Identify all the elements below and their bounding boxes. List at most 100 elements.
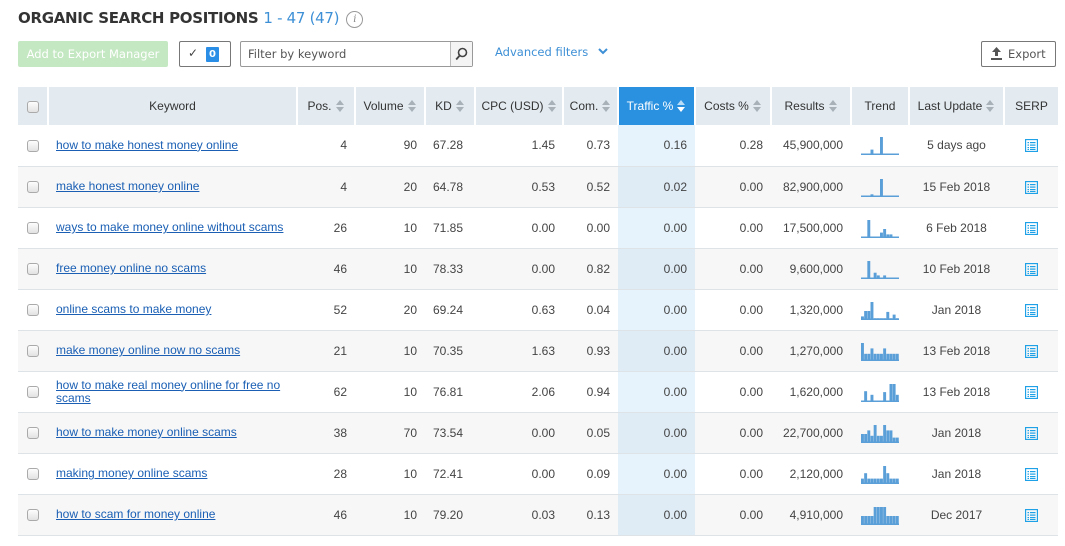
row-checkbox[interactable]: [27, 345, 39, 358]
trend-bar: [870, 193, 874, 197]
col-com[interactable]: Com.: [563, 87, 619, 125]
export-button[interactable]: Export: [981, 41, 1056, 67]
keyword-link[interactable]: how to scam for money online: [56, 507, 215, 521]
row-checkbox[interactable]: [27, 304, 39, 317]
sort-icon[interactable]: [602, 99, 611, 113]
sort-icon[interactable]: [677, 99, 686, 113]
col-pos[interactable]: Pos.: [297, 87, 356, 125]
row-checkbox[interactable]: [27, 181, 39, 194]
col-cpc[interactable]: CPC (USD): [475, 87, 564, 125]
row-checkbox[interactable]: [27, 509, 39, 522]
serp-list-icon[interactable]: [1024, 139, 1038, 153]
keyword-link[interactable]: making money online scams: [56, 466, 207, 480]
col-costs[interactable]: Costs %: [695, 87, 772, 125]
col-kd[interactable]: KD: [425, 87, 476, 125]
serp-cell: [1004, 330, 1058, 371]
trend-cell: [851, 412, 909, 453]
trend-bar: [889, 233, 893, 238]
keyword-link[interactable]: how to make honest money online: [56, 138, 238, 152]
advanced-filters-toggle[interactable]: Advanced filters: [495, 45, 608, 59]
col-cpc-label: CPC (USD): [481, 98, 544, 113]
row-checkbox[interactable]: [27, 427, 39, 440]
col-com-label: Com.: [569, 98, 599, 113]
col-results[interactable]: Results: [771, 87, 852, 125]
sort-icon[interactable]: [828, 99, 838, 113]
volume-cell: 10: [403, 220, 417, 235]
serp-list-icon[interactable]: [1024, 385, 1038, 399]
serp-list-icon[interactable]: [1024, 426, 1038, 440]
row-checkbox[interactable]: [27, 468, 39, 481]
info-icon[interactable]: i: [346, 11, 364, 28]
row-checkbox[interactable]: [27, 222, 39, 235]
trend-bar: [880, 435, 883, 443]
keyword-link[interactable]: how to make money online scams: [56, 425, 237, 439]
trend-bar: [892, 314, 896, 320]
kd-cell: 78.33: [433, 261, 464, 276]
keyword-link[interactable]: make honest money online: [56, 179, 199, 193]
sort-icon[interactable]: [407, 99, 417, 113]
trend-bar: [867, 310, 871, 320]
keyword-cell: make money online now no scams: [48, 330, 297, 371]
serp-list-icon[interactable]: [1024, 467, 1038, 481]
row-checkbox[interactable]: [27, 386, 39, 399]
volume-cell: 70: [403, 425, 417, 440]
traffic-cell: 0.00: [618, 494, 695, 535]
competition-cell: 0.00: [586, 220, 610, 235]
serp-list-icon[interactable]: [1024, 180, 1038, 194]
serp-list-icon[interactable]: [1024, 303, 1038, 317]
trend-bar: [864, 353, 868, 361]
trend-sparkline: [861, 137, 899, 156]
trend-bar: [883, 274, 887, 279]
trend-sparkline: [861, 383, 899, 402]
keyword-link[interactable]: ways to make money online without scams: [56, 220, 283, 234]
sort-icon[interactable]: [547, 99, 557, 113]
select-all-checkbox[interactable]: [26, 100, 39, 113]
table-row: online scams to make money 52 20 69.24 0…: [18, 289, 1058, 330]
serp-list-icon[interactable]: [1024, 344, 1038, 358]
keyword-link[interactable]: free money online no scams: [56, 261, 206, 275]
keyword-filter: [240, 41, 473, 67]
export-label: Export: [1008, 47, 1046, 61]
col-kd-label: KD: [435, 98, 452, 113]
col-volume[interactable]: Volume: [355, 87, 426, 125]
costs-cell: 0.28: [739, 138, 763, 153]
keyword-cell: making money online scams: [48, 453, 297, 494]
row-checkbox[interactable]: [27, 140, 39, 153]
volume-cell: 10: [403, 466, 417, 481]
row-checkbox[interactable]: [27, 263, 39, 276]
table-header-row: Keyword Pos. Volume KD CPC (USD) Com. Tr…: [18, 87, 1058, 125]
sort-icon[interactable]: [335, 99, 345, 113]
trend-cell: [851, 371, 909, 412]
sort-icon[interactable]: [455, 99, 465, 113]
selected-rows-button[interactable]: ✓ 0: [179, 41, 231, 67]
sort-icon[interactable]: [986, 99, 995, 113]
col-trend-label: Trend: [864, 99, 896, 113]
table-row: make money online now no scams 21 10 70.…: [18, 330, 1058, 371]
trend-bar: [883, 391, 887, 402]
trend-bar: [870, 347, 874, 361]
volume-cell: 10: [403, 507, 417, 522]
trend-bar: [892, 437, 896, 443]
keyword-link[interactable]: online scams to make money: [56, 302, 211, 316]
search-button[interactable]: [450, 42, 472, 66]
last-update-cell: Jan 2018: [931, 302, 982, 317]
serp-list-icon[interactable]: [1024, 221, 1038, 235]
trend-bar: [886, 515, 890, 525]
filter-keyword-input[interactable]: [241, 42, 451, 66]
keyword-link[interactable]: make money online now no scams: [56, 343, 240, 357]
serp-list-icon[interactable]: [1024, 508, 1038, 522]
keyword-link[interactable]: how to make real money online for free n…: [56, 378, 280, 405]
trend-bar: [880, 317, 883, 320]
sort-icon[interactable]: [752, 99, 762, 113]
col-traffic[interactable]: Traffic %: [618, 87, 696, 125]
trend-cell: [851, 330, 909, 371]
serp-list-icon[interactable]: [1024, 262, 1038, 276]
trend-bar: [876, 274, 880, 279]
trend-bar: [876, 317, 880, 320]
col-keyword-label: Keyword: [149, 99, 196, 113]
add-to-export-manager-button[interactable]: Add to Export Manager: [18, 41, 168, 67]
search-icon: [455, 47, 468, 61]
row-select-cell: [18, 412, 48, 453]
table-row: make honest money online 4 20 64.78 0.53…: [18, 166, 1058, 207]
col-last-update[interactable]: Last Update: [909, 87, 1005, 125]
